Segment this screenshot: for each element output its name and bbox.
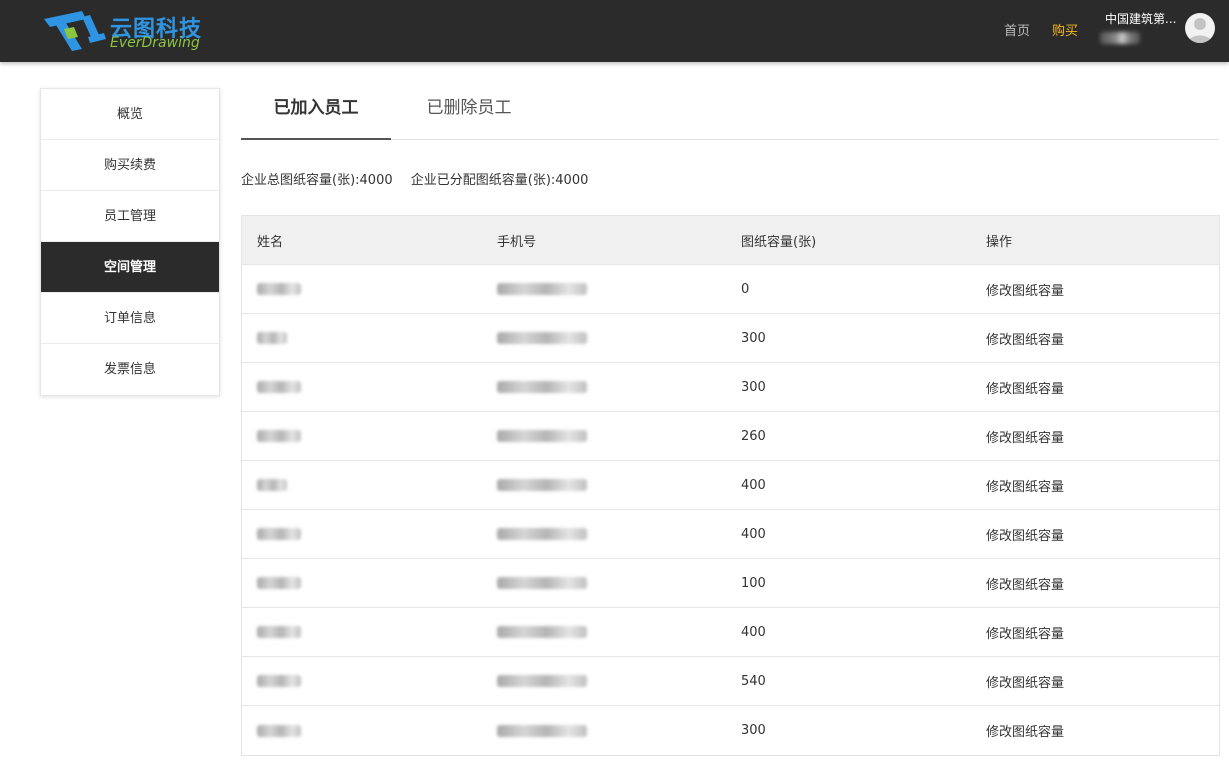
edit-capacity-link[interactable]: 修改图纸容量 <box>971 672 1219 691</box>
name-cell-redacted <box>242 331 482 346</box>
table-row: 100 修改图纸容量 <box>242 559 1219 608</box>
nav-buy-link[interactable]: 购买 <box>1052 20 1078 39</box>
phone-cell-redacted <box>482 723 726 738</box>
phone-cell-redacted <box>482 282 726 297</box>
phone-cell-redacted <box>482 527 726 542</box>
sidebar-item-space-management[interactable]: 空间管理 <box>41 242 219 293</box>
sidebar-item-invoice-info[interactable]: 发票信息 <box>41 344 219 395</box>
edit-capacity-link[interactable]: 修改图纸容量 <box>971 378 1219 397</box>
table-row: 400 修改图纸容量 <box>242 461 1219 510</box>
name-cell-redacted <box>242 723 482 738</box>
table-row: 300 修改图纸容量 <box>242 706 1219 755</box>
table-row: 300 修改图纸容量 <box>242 314 1219 363</box>
avatar[interactable] <box>1185 13 1215 43</box>
name-cell-redacted <box>242 625 482 640</box>
sidebar-item-staff-management[interactable]: 员工管理 <box>41 191 219 242</box>
table-header-row: 姓名 手机号 图纸容量(张) 操作 <box>242 216 1219 265</box>
column-header-phone: 手机号 <box>497 234 537 250</box>
edit-capacity-link[interactable]: 修改图纸容量 <box>971 721 1219 740</box>
active-tab-indicator <box>241 138 391 140</box>
user-avatar-icon <box>1188 18 1212 43</box>
sidebar-item-purchase-renew[interactable]: 购买续费 <box>41 140 219 191</box>
edit-capacity-link[interactable]: 修改图纸容量 <box>971 574 1219 593</box>
phone-cell-redacted <box>482 576 726 591</box>
capacity-cell: 400 <box>741 624 766 640</box>
name-cell-redacted <box>242 674 482 689</box>
nav-home-link[interactable]: 首页 <box>1004 20 1030 39</box>
phone-cell-redacted <box>482 429 726 444</box>
capacity-cell: 260 <box>741 428 766 444</box>
phone-cell-redacted <box>482 625 726 640</box>
table-row: 400 修改图纸容量 <box>242 608 1219 657</box>
total-capacity-text: 企业总图纸容量(张):4000 <box>241 173 393 188</box>
capacity-cell: 400 <box>741 526 766 542</box>
column-header-capacity: 图纸容量(张) <box>741 234 817 250</box>
capacity-cell: 0 <box>741 281 750 297</box>
table-row: 400 修改图纸容量 <box>242 510 1219 559</box>
capacity-cell: 100 <box>741 575 766 591</box>
column-header-name: 姓名 <box>257 234 284 250</box>
logo-text-en: EverDrawing <box>110 35 200 51</box>
sidebar-item-overview[interactable]: 概览 <box>41 89 219 140</box>
edit-capacity-link[interactable]: 修改图纸容量 <box>971 329 1219 348</box>
allocated-capacity-text: 企业已分配图纸容量(张):4000 <box>410 173 589 188</box>
capacity-cell: 300 <box>741 379 766 395</box>
user-company-name[interactable]: 中国建筑第... <box>1105 10 1179 27</box>
edit-capacity-link[interactable]: 修改图纸容量 <box>971 525 1219 544</box>
column-header-action: 操作 <box>986 234 1013 250</box>
staff-capacity-table: 姓名 手机号 图纸容量(张) 操作 0 修改图纸容量 300 修改图纸容量 30… <box>241 215 1220 756</box>
sidebar: 概览 购买续费 员工管理 空间管理 订单信息 发票信息 <box>40 88 220 396</box>
logo-mark-icon <box>44 11 106 51</box>
name-cell-redacted <box>242 282 482 297</box>
edit-capacity-link[interactable]: 修改图纸容量 <box>971 280 1219 299</box>
name-cell-redacted <box>242 527 482 542</box>
name-cell-redacted <box>242 478 482 493</box>
name-cell-redacted <box>242 380 482 395</box>
top-navbar: 云图科技 EverDrawing 首页 购买 中国建筑第... <box>0 0 1229 62</box>
phone-cell-redacted <box>482 478 726 493</box>
tab-deleted-staff[interactable]: 已删除员工 <box>394 82 544 139</box>
name-cell-redacted <box>242 429 482 444</box>
user-name-redacted <box>1100 32 1140 44</box>
edit-capacity-link[interactable]: 修改图纸容量 <box>971 623 1219 642</box>
edit-capacity-link[interactable]: 修改图纸容量 <box>971 476 1219 495</box>
capacity-cell: 300 <box>741 723 766 738</box>
tab-joined-staff[interactable]: 已加入员工 <box>241 82 391 139</box>
capacity-cell: 400 <box>741 477 766 493</box>
table-row: 0 修改图纸容量 <box>242 265 1219 314</box>
phone-cell-redacted <box>482 380 726 395</box>
capacity-cell: 540 <box>741 673 766 689</box>
capacity-summary: 企业总图纸容量(张):4000 企业已分配图纸容量(张):4000 <box>241 169 588 188</box>
tab-bar: 已加入员工 已删除员工 <box>241 82 1219 140</box>
table-row: 260 修改图纸容量 <box>242 412 1219 461</box>
phone-cell-redacted <box>482 331 726 346</box>
sidebar-item-order-info[interactable]: 订单信息 <box>41 293 219 344</box>
name-cell-redacted <box>242 576 482 591</box>
edit-capacity-link[interactable]: 修改图纸容量 <box>971 427 1219 446</box>
phone-cell-redacted <box>482 674 726 689</box>
logo[interactable]: 云图科技 EverDrawing <box>42 7 222 53</box>
capacity-cell: 300 <box>741 330 766 346</box>
table-row: 300 修改图纸容量 <box>242 363 1219 412</box>
table-row: 540 修改图纸容量 <box>242 657 1219 706</box>
